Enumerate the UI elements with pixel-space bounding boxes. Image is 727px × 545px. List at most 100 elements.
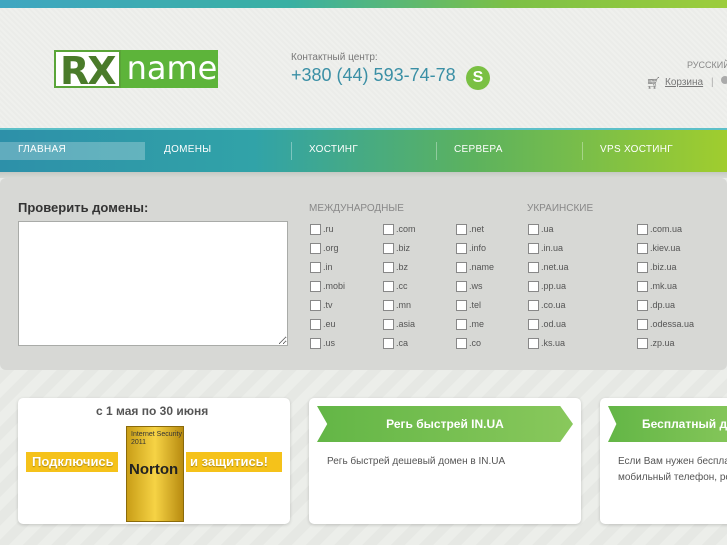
checkbox[interactable] [310,280,321,292]
checkbox[interactable] [637,261,648,273]
tld-label: .net.ua [541,262,569,272]
cart-icon[interactable]: 🛒︎ [646,76,661,90]
checkbox[interactable] [310,299,321,311]
checkbox[interactable] [637,337,648,349]
card-ribbon[interactable]: Бесплатный д [608,406,727,442]
checkbox[interactable] [310,261,321,273]
promo-card-inua[interactable]: Регь быстрей IN.UA Регь быстрей дешевый … [309,398,581,524]
checkbox[interactable] [383,337,394,349]
checkbox[interactable] [383,223,394,235]
checkbox[interactable] [383,280,394,292]
checkbox[interactable] [637,299,648,311]
checkbox[interactable] [310,223,321,235]
tld-label: .name [469,262,495,272]
tld-label: .dp.ua [650,300,676,310]
tld-checkbox[interactable]: .cc [383,279,408,293]
language-selector[interactable]: РУССКИЙ [687,60,727,70]
tld-checkbox[interactable]: .biz.ua [637,260,677,274]
tld-checkbox[interactable]: .ks.ua [528,336,565,350]
tld-checkbox[interactable]: .ua [528,222,554,236]
tld-checkbox[interactable]: .biz [383,241,410,255]
tld-checkbox[interactable]: .dp.ua [637,298,675,312]
checkbox[interactable] [528,299,539,311]
nav-item-vps[interactable]: VPS ХОСТИНГ [600,130,673,172]
checkbox[interactable] [456,242,467,254]
promo-left-text: Подключись [26,452,118,472]
checkbox[interactable] [528,223,539,235]
tld-label: .mobi [323,281,346,291]
checkbox[interactable] [637,318,648,330]
tld-checkbox[interactable]: .net.ua [528,260,569,274]
checkbox[interactable] [456,223,467,235]
checkbox[interactable] [528,242,539,254]
tld-checkbox[interactable]: .in.ua [528,241,563,255]
tld-checkbox[interactable]: .eu [310,317,336,331]
card-ribbon[interactable]: Регь быстрей IN.UA [317,406,573,442]
domain-textarea[interactable] [18,221,288,346]
tld-checkbox[interactable]: .me [456,317,484,331]
tld-checkbox[interactable]: .od.ua [528,317,566,331]
checkbox[interactable] [383,299,394,311]
domain-check-panel: Проверить домены: МЕЖДУНАРОДНЫЕ УКРАИНСК… [0,178,727,370]
tld-checkbox[interactable]: .zp.ua [637,336,675,350]
checkbox[interactable] [383,261,394,273]
checkbox[interactable] [456,318,467,330]
tld-checkbox[interactable]: .mn [383,298,411,312]
tld-checkbox[interactable]: .com [383,222,416,236]
tld-checkbox[interactable]: .kiev.ua [637,241,680,255]
tld-checkbox[interactable]: .asia [383,317,415,331]
tld-checkbox[interactable]: .info [456,241,486,255]
checkbox[interactable] [637,242,648,254]
tld-checkbox[interactable]: .tel [456,298,481,312]
checkbox[interactable] [456,280,467,292]
promo-card-free[interactable]: Бесплатный д Если Вам нужен беспла мобил… [600,398,727,524]
checkbox[interactable] [456,299,467,311]
tld-checkbox[interactable]: .ws [456,279,483,293]
checkbox[interactable] [528,337,539,349]
tld-checkbox[interactable]: .org [310,241,339,255]
nav-item-domains[interactable]: ДОМЕНЫ [164,130,211,172]
checkbox[interactable] [528,280,539,292]
tld-checkbox[interactable]: .us [310,336,335,350]
tld-checkbox[interactable]: .name [456,260,494,274]
tld-checkbox[interactable]: .pp.ua [528,279,566,293]
checkbox[interactable] [310,318,321,330]
norton-box-image: Internet Security 2011 Norton [126,426,184,522]
checkbox[interactable] [310,242,321,254]
site-logo[interactable]: RX name [54,50,218,90]
tld-label: .pp.ua [541,281,567,291]
tld-checkbox[interactable]: .co.ua [528,298,566,312]
skype-icon[interactable]: S [466,66,490,90]
tld-checkbox[interactable]: .tv [310,298,333,312]
tld-checkbox[interactable]: .bz [383,260,408,274]
card-text: Если Вам нужен беспла мобильный телефон,… [618,454,727,486]
tld-checkbox[interactable]: .odessa.ua [637,317,694,331]
checkbox[interactable] [383,318,394,330]
tld-label: .eu [323,319,336,329]
tld-checkbox[interactable]: .ca [383,336,408,350]
nav-item-home[interactable]: ГЛАВНАЯ [0,130,145,172]
promo-card-norton[interactable]: с 1 мая по 30 июня Internet Security 201… [18,398,290,524]
cart-link[interactable]: Корзина [665,77,703,88]
checkbox[interactable] [637,223,648,235]
tld-checkbox[interactable]: .net [456,222,484,236]
nav-item-servers[interactable]: СЕРВЕРА [454,130,503,172]
checkbox[interactable] [310,337,321,349]
checkbox[interactable] [456,261,467,273]
tld-checkbox[interactable]: .mk.ua [637,279,677,293]
tld-checkbox[interactable]: .ru [310,222,334,236]
tld-checkbox[interactable]: .com.ua [637,222,682,236]
separator: | [711,77,714,88]
tld-checkbox[interactable]: .co [456,336,481,350]
checkbox[interactable] [637,280,648,292]
header: RX name Контактный центр: +380 (44) 593-… [0,8,727,128]
checkbox[interactable] [383,242,394,254]
checkbox[interactable] [528,261,539,273]
tld-checkbox[interactable]: .in [310,260,333,274]
nav-item-hosting[interactable]: ХОСТИНГ [309,130,358,172]
nav-label: ГЛАВНАЯ [18,144,66,155]
tld-checkbox[interactable]: .mobi [310,279,345,293]
checkbox[interactable] [528,318,539,330]
checkbox[interactable] [456,337,467,349]
globe-icon[interactable] [721,76,727,84]
